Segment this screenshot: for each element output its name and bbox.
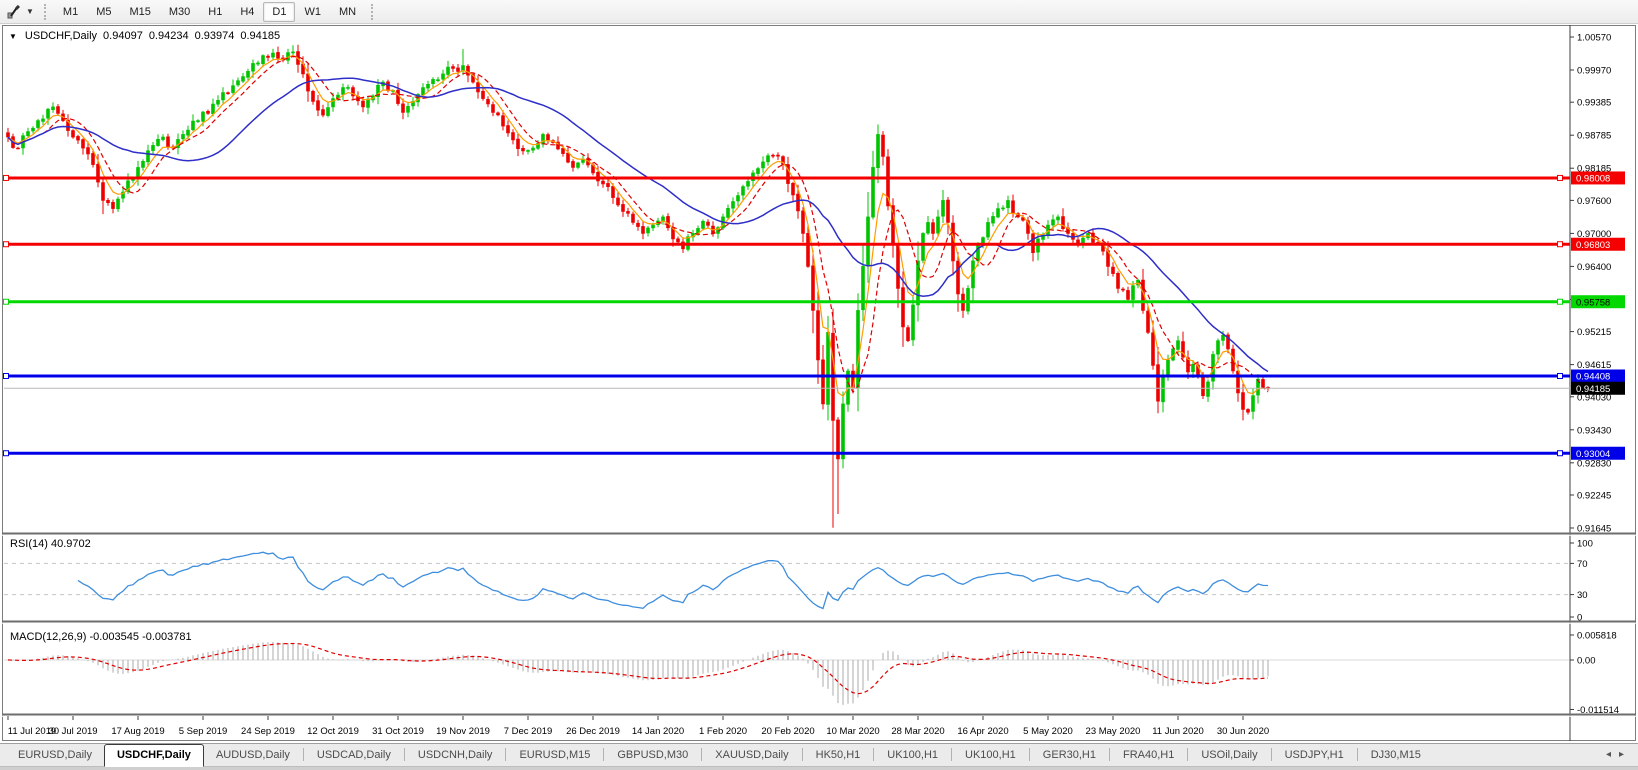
svg-text:30: 30 [1577,590,1588,601]
tab-separator [701,748,703,761]
ohlc-open-value: 0.94097 [103,30,143,42]
svg-text:14 Jan 2020: 14 Jan 2020 [632,726,684,737]
tab-separator [302,748,304,761]
svg-text:0.94408: 0.94408 [1576,372,1610,383]
tab-uk100-h1[interactable]: UK100,H1 [875,745,950,766]
svg-text:0.96400: 0.96400 [1577,262,1611,273]
svg-text:5 Sep 2019: 5 Sep 2019 [179,726,228,737]
tab-scroll-arrows: ◂▸ [1606,749,1632,760]
tab-hk50-h1[interactable]: HK50,H1 [804,745,873,766]
tab-dj30-m15[interactable]: DJ30,M15 [1359,745,1433,766]
tab-separator [801,748,803,761]
tab-usdcnh-daily[interactable]: USDCNH,Daily [406,745,505,766]
tab-separator [873,748,875,761]
tab-usoil-daily[interactable]: USOil,Daily [1189,745,1269,766]
svg-text:20 Feb 2020: 20 Feb 2020 [761,726,814,737]
chart-symbol-label: USDCHF,Daily [24,30,98,42]
tab-audusd-daily[interactable]: AUDUSD,Daily [204,745,302,766]
svg-text:11 Jun 2020: 11 Jun 2020 [1152,726,1204,737]
macd-indicator-label: MACD(12,26,9) -0.003545 -0.003781 [10,631,192,643]
svg-text:17 Aug 2019: 17 Aug 2019 [111,726,164,737]
svg-text:0.00: 0.00 [1577,656,1596,667]
chart-canvas[interactable]: 1.005700.999700.993850.987850.981850.976… [0,0,1638,770]
svg-text:28 Mar 2020: 28 Mar 2020 [891,726,944,737]
tab-gbpusd-m30[interactable]: GBPUSD,M30 [605,745,700,766]
tab-eurusd-m15[interactable]: EURUSD,M15 [507,745,602,766]
tab-separator [603,748,605,761]
svg-text:0.93430: 0.93430 [1577,425,1611,436]
tab-usdchf-daily[interactable]: USDCHF,Daily [103,744,204,767]
svg-text:23 May 2020: 23 May 2020 [1086,726,1141,737]
svg-text:0.94615: 0.94615 [1577,360,1611,371]
svg-text:26 Dec 2019: 26 Dec 2019 [566,726,620,737]
ohlc-high-value: 0.94234 [148,30,189,42]
svg-text:19 Nov 2019: 19 Nov 2019 [436,726,490,737]
tab-separator [1028,748,1030,761]
svg-text:0.94185: 0.94185 [1576,384,1610,395]
rsi-indicator-label: RSI(14) 40.9702 [10,538,91,550]
svg-text:5 May 2020: 5 May 2020 [1023,726,1073,737]
svg-text:16 Apr 2020: 16 Apr 2020 [957,726,1008,737]
svg-text:0.93004: 0.93004 [1576,449,1610,460]
svg-text:30 Jun 2020: 30 Jun 2020 [1217,726,1269,737]
ohlc-close-value: 0.94185 [240,30,281,42]
tab-usdcad-daily[interactable]: USDCAD,Daily [305,745,403,766]
tab-separator [1356,748,1358,761]
tab-eurusd-daily[interactable]: EURUSD,Daily [6,745,104,766]
tab-scroll-left-icon[interactable]: ◂ [1606,749,1619,760]
svg-text:0.98785: 0.98785 [1577,131,1611,142]
tab-uk100-h1[interactable]: UK100,H1 [953,745,1028,766]
svg-text:10 Mar 2020: 10 Mar 2020 [826,726,879,737]
svg-text:0.95215: 0.95215 [1577,327,1611,338]
svg-text:100: 100 [1577,539,1593,550]
svg-text:24 Sep 2019: 24 Sep 2019 [241,726,295,737]
tab-scroll-right-icon[interactable]: ▸ [1619,749,1632,760]
svg-text:0.97600: 0.97600 [1577,196,1611,207]
tab-separator [1187,748,1189,761]
ohlc-low-value: 0.93974 [194,30,235,42]
svg-text:0: 0 [1577,613,1582,624]
trading-platform-window: ▼ M1 M5 M15 M30 H1 H4 D1 W1 MN 1.00570 0.99970 0.9… [0,0,1638,770]
svg-text:0.99385: 0.99385 [1577,98,1611,109]
tab-fra40-h1[interactable]: FRA40,H1 [1111,745,1186,766]
instrument-tabbar: EURUSD,Daily USDCHF,Daily AUDUSD,Daily USDC… [0,743,1638,767]
tab-xauusd-daily[interactable]: XAUUSD,Daily [703,745,800,766]
svg-text:1.00570: 1.00570 [1577,33,1611,44]
svg-text:-0.011514: -0.011514 [1577,705,1619,716]
tab-separator [403,748,405,761]
svg-text:7 Dec 2019: 7 Dec 2019 [504,726,553,737]
svg-text:1 Feb 2020: 1 Feb 2020 [699,726,747,737]
svg-text:0.96803: 0.96803 [1576,240,1610,251]
svg-text:30 Jul 2019: 30 Jul 2019 [48,726,97,737]
tab-separator [1270,748,1272,761]
status-strip [0,766,1638,770]
tab-ger30-h1[interactable]: GER30,H1 [1031,745,1108,766]
svg-text:0.005818: 0.005818 [1577,631,1617,642]
svg-text:0.92830: 0.92830 [1577,458,1611,469]
tab-separator [505,748,507,761]
symbol-dropdown-icon[interactable]: ▼ [9,32,17,41]
tab-usdjpy-h1[interactable]: USDJPY,H1 [1273,745,1356,766]
svg-text:0.99970: 0.99970 [1577,66,1611,77]
svg-text:12 Oct 2019: 12 Oct 2019 [307,726,359,737]
tab-separator [951,748,953,761]
svg-text:31 Oct 2019: 31 Oct 2019 [372,726,424,737]
svg-text:0.95758: 0.95758 [1576,297,1610,308]
chart-title: ▼ USDCHF,Daily 0.94097 0.94234 0.93974 0… [9,30,280,42]
tab-separator [1109,748,1110,761]
svg-text:70: 70 [1577,559,1588,570]
svg-text:0.98008: 0.98008 [1576,174,1610,185]
svg-text:0.92245: 0.92245 [1577,490,1611,501]
